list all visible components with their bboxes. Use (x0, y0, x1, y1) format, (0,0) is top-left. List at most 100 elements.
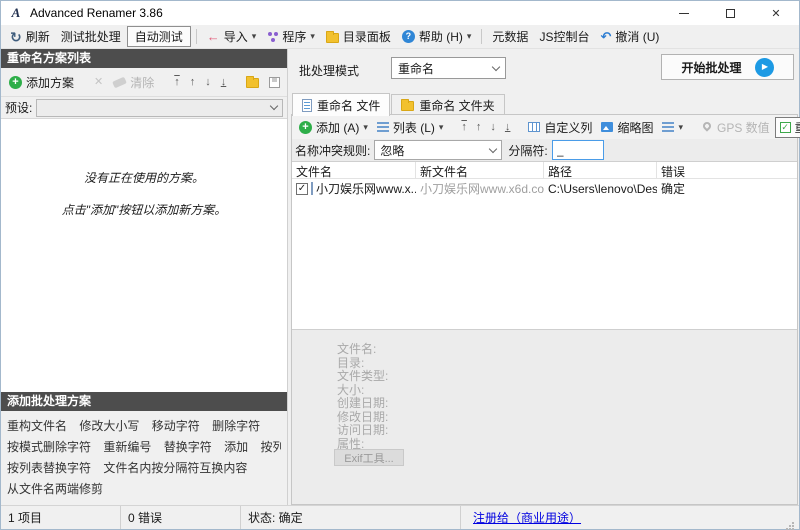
program-button[interactable]: 程序 (262, 26, 320, 47)
maximize-button[interactable] (707, 1, 753, 25)
start-batch-label: 开始批处理 (681, 60, 742, 75)
method-link[interactable]: 重新编号 (103, 437, 151, 458)
save-preset-button[interactable] (265, 75, 284, 90)
move-top-icon (174, 76, 180, 88)
add-method-button[interactable]: 添加方案 (5, 72, 78, 93)
help-button[interactable]: 帮助 (H) (397, 26, 477, 47)
refresh-button[interactable]: 刷新 (5, 26, 55, 47)
open-preset-button[interactable] (242, 74, 263, 90)
tab-rename-folders-label: 重命名 文件夹 (419, 98, 495, 113)
import-label: 导入 (223, 30, 248, 44)
minimize-button[interactable] (661, 1, 707, 25)
minimize-icon (679, 12, 689, 14)
metadata-button[interactable]: 元数据 (487, 26, 533, 47)
row-checkbox[interactable] (296, 182, 308, 195)
empty-hint-line2: 点击"添加"按钮以添加新方案。 (61, 203, 227, 217)
cell-error: 确定 (661, 182, 686, 196)
method-link-row: 按列表替换字符 文件名内按分隔符互换内容 (7, 458, 281, 479)
batch-mode-select[interactable]: 重命名 (391, 57, 506, 79)
rename-tabs: 重命名 文件 重命名 文件夹 (291, 93, 506, 116)
rename-match-toggle[interactable]: 重命名匹配 (774, 116, 800, 138)
column-header-new-filename[interactable]: 新文件名 (416, 162, 544, 178)
file-table: 文件名 新文件名 路径 错误 小刀娱乐网www.x... 小刀娱乐网www.x6… (292, 161, 797, 330)
toolbar-separator (195, 29, 197, 44)
method-link[interactable]: 按列表替换字符 (7, 458, 91, 479)
method-link[interactable]: 删除字符 (212, 416, 260, 437)
preset-select[interactable] (36, 98, 283, 117)
detail-label-filename: 文件名: (337, 342, 377, 356)
method-link[interactable]: 替换字符 (164, 437, 212, 458)
delete-method-button[interactable] (90, 75, 107, 90)
directory-panel-label: 目录面板 (342, 30, 391, 44)
preset-label: 预设: (5, 101, 33, 115)
column-header-filename[interactable]: 文件名 (292, 162, 416, 178)
move-bottom-button[interactable] (217, 74, 231, 90)
collision-rule-value: 忽略 (380, 143, 405, 158)
move-bottom-icon (221, 76, 227, 88)
tab-rename-files-label: 重命名 文件 (317, 98, 381, 113)
app-icon (8, 5, 24, 21)
move-down-button[interactable] (486, 119, 500, 135)
move-top-button[interactable] (170, 74, 184, 90)
exif-tool-button[interactable]: Exif工具... (334, 449, 404, 466)
add-files-label: 添加 (A) (316, 120, 360, 135)
add-methods-header: 添加批处理方案 (1, 392, 287, 411)
method-link-row: 按模式删除字符 重新编号 替换字符 添加 按列表重命名 (7, 437, 281, 458)
method-link[interactable]: 添加 (224, 437, 248, 458)
method-link[interactable]: 按模式删除字符 (7, 437, 91, 458)
table-row[interactable]: 小刀娱乐网www.x... 小刀娱乐网www.x6d.com.... C:\Us… (292, 179, 797, 198)
method-link[interactable]: 按列表重命名 (260, 437, 281, 458)
separator-input[interactable] (551, 140, 604, 160)
help-icon (401, 30, 415, 43)
gps-values-label: GPS 数值 (716, 120, 770, 135)
js-console-button[interactable]: JS控制台 (534, 26, 594, 47)
undo-button[interactable]: 撤消 (U) (595, 26, 664, 47)
main-toolbar: 刷新 测试批处理 自动测试 导入 程序 目录面板 帮助 (H) 元数据 JS控制… (1, 25, 799, 49)
title-bar: Advanced Renamer 3.86 (1, 1, 799, 25)
window-title: Advanced Renamer 3.86 (30, 6, 163, 20)
plus-icon (299, 120, 312, 134)
auto-test-button[interactable]: 自动测试 (126, 26, 191, 47)
directory-panel-button[interactable]: 目录面板 (321, 26, 396, 47)
move-up-button[interactable] (186, 74, 200, 90)
add-files-button[interactable]: 添加 (A) (295, 117, 372, 138)
thumbnails-button[interactable]: 缩略图 (597, 117, 657, 138)
tab-rename-folders[interactable]: 重命名 文件夹 (391, 94, 505, 115)
resize-grip[interactable] (786, 522, 788, 524)
method-link[interactable]: 从文件名两端修剪 (7, 479, 103, 500)
method-link[interactable]: 修改大小写 (79, 416, 139, 437)
clear-methods-button[interactable]: 清除 (109, 72, 158, 93)
preset-row: 预设: (1, 97, 287, 118)
import-button[interactable]: 导入 (202, 26, 262, 47)
column-header-error[interactable]: 错误 (657, 162, 797, 178)
close-button[interactable] (753, 1, 799, 25)
clear-label: 清除 (130, 75, 155, 90)
method-list-empty-area[interactable]: 没有正在使用的方案。 点击"添加"按钮以添加新方案。 (1, 118, 287, 392)
program-label: 程序 (282, 30, 307, 44)
method-link[interactable]: 文件名内按分隔符互换内容 (103, 458, 247, 479)
move-up-icon (476, 121, 482, 133)
display-options-button[interactable] (658, 120, 687, 134)
move-bottom-button[interactable] (501, 119, 515, 135)
register-link[interactable]: 注册给（商业用途） (473, 509, 581, 526)
column-header-path[interactable]: 路径 (544, 162, 657, 178)
folder-icon (401, 99, 415, 111)
method-link[interactable]: 移动字符 (152, 416, 200, 437)
batch-mode-value: 重命名 (398, 61, 435, 76)
test-batch-button[interactable]: 测试批处理 (56, 26, 126, 47)
tab-rename-files[interactable]: 重命名 文件 (292, 93, 391, 116)
move-top-button[interactable] (457, 119, 471, 135)
js-console-label: JS控制台 (539, 30, 590, 44)
move-up-button[interactable] (472, 119, 486, 135)
collision-rule-select[interactable]: 忽略 (374, 140, 503, 160)
start-batch-button[interactable]: 开始批处理 (661, 54, 794, 80)
move-down-button[interactable] (201, 74, 215, 90)
custom-columns-button[interactable]: 自定义列 (524, 117, 596, 138)
status-register-cell: 注册给（商业用途） (461, 506, 799, 529)
method-link[interactable]: 重构文件名 (7, 416, 67, 437)
gps-values-button[interactable]: GPS 数值 (697, 117, 774, 138)
list-button[interactable]: 列表 (L) (373, 117, 448, 138)
move-top-icon (461, 121, 467, 133)
move-up-icon (190, 76, 196, 88)
eraser-icon (112, 76, 128, 88)
